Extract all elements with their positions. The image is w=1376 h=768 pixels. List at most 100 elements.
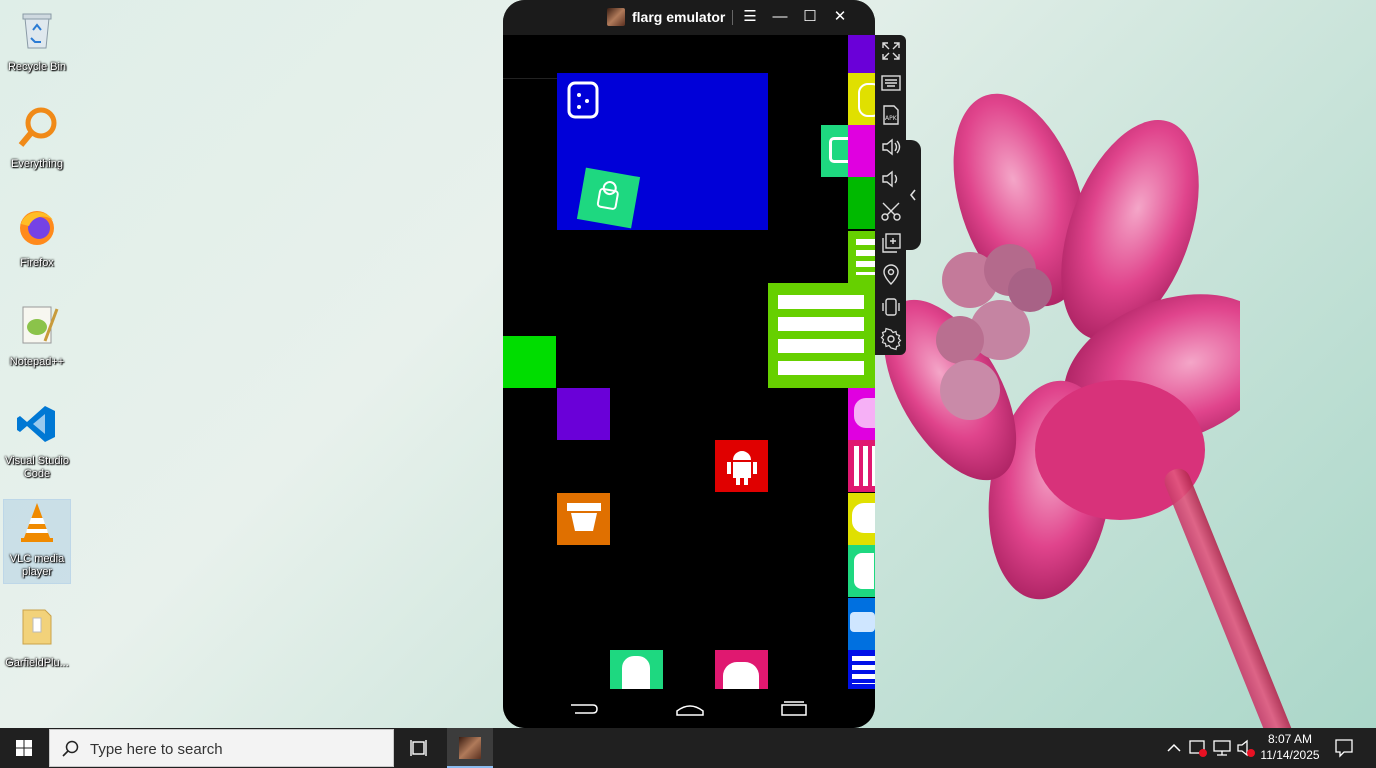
- taskbar: Type here to search 8:07 AM 11/14/2025: [0, 728, 1376, 768]
- desktop-icon-recycle-bin[interactable]: Recycle Bin: [4, 8, 70, 74]
- vscode-icon: [17, 406, 55, 442]
- volume-muted-icon[interactable]: [1235, 728, 1257, 768]
- volume-down-icon[interactable]: [879, 167, 903, 191]
- recycle-bin-icon: [22, 13, 52, 49]
- pot-icon: [567, 503, 601, 531]
- android-icon: [723, 662, 759, 689]
- tile-green-small[interactable]: [503, 336, 556, 388]
- tile-red-android[interactable]: [715, 440, 768, 492]
- app-logo-icon: [850, 612, 875, 632]
- chevron-up-icon[interactable]: [1164, 728, 1184, 768]
- notifications-icon[interactable]: [1332, 728, 1356, 768]
- taskbar-clock[interactable]: 8:07 AM 11/14/2025: [1255, 731, 1325, 763]
- network-icon[interactable]: [1211, 728, 1233, 768]
- search-placeholder: Type here to search: [90, 741, 223, 758]
- tile-green-edge[interactable]: [848, 177, 875, 229]
- desktop-icon-everything[interactable]: Everything: [4, 105, 70, 171]
- tile-teal-bottom[interactable]: [610, 650, 663, 689]
- tile-pink-edge[interactable]: [848, 440, 875, 492]
- tile-lime-large[interactable]: [768, 283, 875, 388]
- task-view-icon[interactable]: [400, 728, 440, 768]
- desktop-icon-vlc[interactable]: VLC media player: [3, 499, 71, 584]
- list-lines-icon: [778, 295, 864, 375]
- clock-date: 11/14/2025: [1260, 748, 1320, 762]
- android-icon: [854, 398, 875, 428]
- minimize-button[interactable]: —: [768, 5, 792, 29]
- security-shield-icon[interactable]: [1187, 728, 1209, 768]
- emulator-title: flarg emulator: [632, 9, 726, 25]
- desktop-icon-label: Everything: [11, 158, 63, 170]
- shake-icon[interactable]: [879, 295, 903, 319]
- windows-start-icon[interactable]: [0, 728, 48, 768]
- desktop-icon-label: VLC media player: [9, 553, 65, 578]
- volume-up-icon[interactable]: [879, 135, 903, 159]
- screenshot-icon[interactable]: [879, 199, 903, 223]
- recents-button[interactable]: [779, 699, 809, 719]
- android-icon: [852, 503, 875, 533]
- everything-search-icon: [18, 107, 57, 147]
- emulator-window[interactable]: flarg emulator ☰ — ☐ ✕: [503, 0, 875, 728]
- taskbar-search-box[interactable]: Type here to search: [49, 729, 394, 767]
- tile-yellow-edge[interactable]: [848, 73, 875, 125]
- close-button[interactable]: ✕: [828, 5, 852, 29]
- back-button[interactable]: [569, 699, 599, 719]
- vlc-cone-icon: [21, 503, 53, 542]
- notepadpp-icon: [22, 306, 59, 344]
- maximize-button[interactable]: ☐: [798, 5, 822, 29]
- bars-icon: [854, 446, 875, 486]
- desktop-icon-notepadpp[interactable]: Notepad++: [4, 303, 70, 369]
- toolbar-collapse-tab[interactable]: [905, 140, 921, 250]
- clock-time: 8:07 AM: [1267, 732, 1313, 746]
- list-lines-icon: [856, 239, 875, 275]
- tile-magenta-edge[interactable]: [848, 125, 875, 177]
- tile-lime-edge[interactable]: [848, 231, 875, 283]
- tile-purple-edge[interactable]: [848, 35, 875, 73]
- title-separator: [732, 10, 733, 25]
- android-icon: [854, 553, 874, 589]
- svg-text:APK: APK: [885, 115, 898, 122]
- settings-icon[interactable]: [879, 327, 903, 351]
- emulator-app-icon: [459, 737, 481, 759]
- fullscreen-icon[interactable]: [879, 39, 903, 63]
- tile-magenta-edge-2[interactable]: [848, 388, 875, 440]
- search-icon: [62, 740, 79, 757]
- tile-pink-bottom[interactable]: [715, 650, 768, 689]
- menu-button[interactable]: ☰: [738, 5, 762, 29]
- desktop-icon-firefox[interactable]: Firefox: [4, 204, 70, 270]
- tile-purple-small[interactable]: [557, 388, 610, 440]
- tile-orange[interactable]: [557, 493, 610, 545]
- taskbar-app-flarg-emulator[interactable]: [447, 728, 493, 768]
- apk-install-icon[interactable]: APK: [879, 103, 903, 127]
- desktop-icon-label: GarfieldPlu...: [5, 657, 69, 669]
- chevron-left-icon: [909, 189, 916, 201]
- android-robot-icon: [727, 451, 757, 485]
- tile-teal-tilted[interactable]: [576, 167, 641, 229]
- desktop-icon-garfield[interactable]: GarfieldPlu...: [4, 604, 70, 670]
- tile-navy-edge[interactable]: [848, 650, 875, 689]
- emulator-side-toolbar: APK: [875, 35, 906, 355]
- android-icon: [858, 83, 875, 117]
- android-screen[interactable]: [503, 35, 875, 689]
- desktop-icon-vscode[interactable]: Visual Studio Code: [4, 402, 70, 481]
- folder-zip-icon: [22, 609, 52, 645]
- home-button[interactable]: [675, 699, 705, 719]
- tile-yellow-edge-2[interactable]: [848, 493, 875, 545]
- location-icon[interactable]: [879, 263, 903, 287]
- tile-azure-edge[interactable]: [848, 598, 875, 650]
- desktop-icon-label: Recycle Bin: [7, 61, 67, 73]
- cookie-jar-icon: [567, 81, 599, 119]
- keyboard-icon[interactable]: [879, 71, 903, 95]
- emulator-title-bar[interactable]: flarg emulator ☰ — ☐ ✕: [503, 0, 875, 35]
- multi-instance-icon[interactable]: [879, 231, 903, 255]
- firefox-icon: [20, 211, 54, 245]
- desktop-icon-label: Notepad++: [9, 356, 65, 368]
- android-robot-icon: [596, 181, 619, 210]
- emulator-app-icon: [607, 8, 625, 26]
- desktop-icon-label: Visual Studio Code: [4, 455, 69, 480]
- desktop-icon-label: Firefox: [20, 257, 54, 269]
- android-icon: [622, 656, 650, 689]
- tile-teal-edge-2[interactable]: [848, 545, 875, 597]
- screen-line: [503, 78, 563, 79]
- android-nav-bar: [503, 689, 875, 728]
- bars-icon: [852, 656, 875, 684]
